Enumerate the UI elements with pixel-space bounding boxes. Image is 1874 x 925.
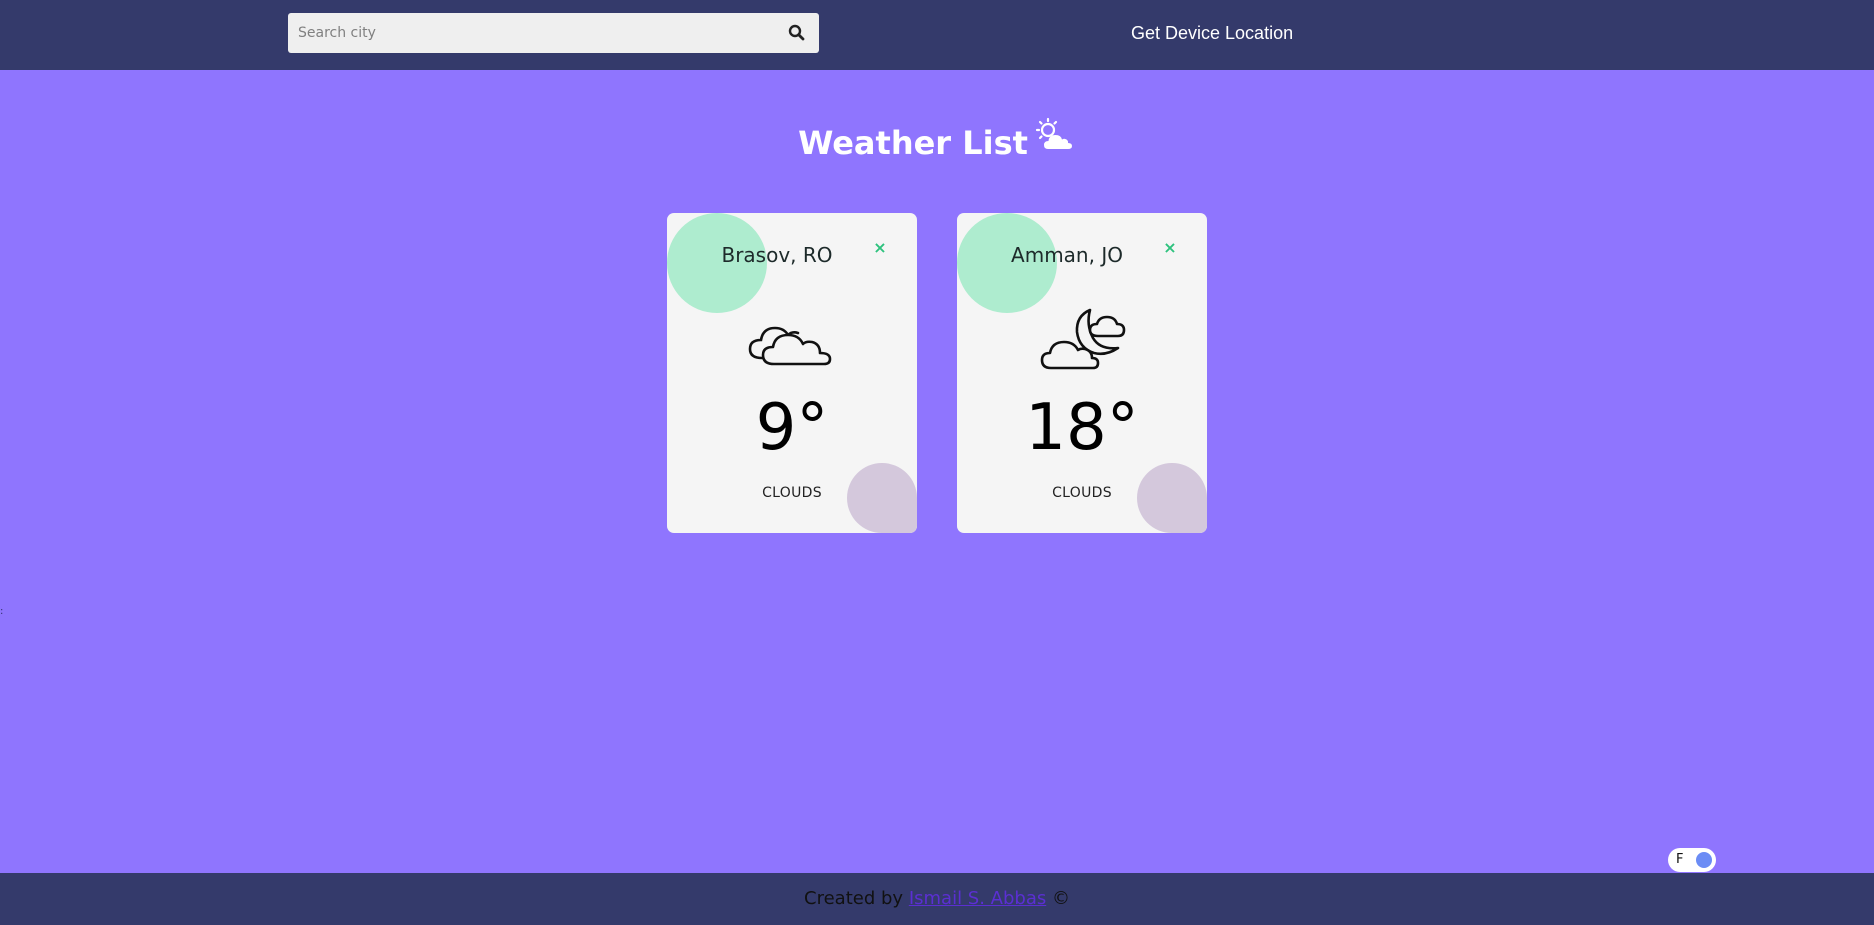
- unit-toggle[interactable]: F: [1668, 848, 1716, 872]
- top-bar: Get Device Location: [0, 0, 1874, 70]
- moon-clouds-icon: [1032, 298, 1132, 378]
- unit-toggle-label: F: [1676, 852, 1684, 867]
- get-device-location-button[interactable]: Get Device Location: [1131, 20, 1293, 46]
- author-link[interactable]: Ismail S. Abbas: [909, 888, 1046, 909]
- remove-city-button[interactable]: ×: [1163, 240, 1177, 256]
- footer: Created by Ismail S. Abbas ©: [0, 873, 1874, 925]
- footer-prefix: Created by: [804, 888, 904, 909]
- city-name: Amman, JO: [1011, 243, 1123, 267]
- weather-card: Amman, JO × 18° CLOUDS: [957, 213, 1207, 533]
- temperature: 18°: [1025, 391, 1139, 465]
- page-title: Weather List: [0, 117, 1874, 170]
- toggle-knob: [1696, 852, 1712, 868]
- city-name: Brasov, RO: [721, 243, 833, 267]
- search-box: [288, 13, 819, 53]
- clouds-icon: [742, 298, 842, 378]
- weather-description: CLOUDS: [762, 485, 822, 501]
- temperature: 9°: [755, 391, 829, 465]
- edge-mark: :: [0, 606, 4, 617]
- remove-city-button[interactable]: ×: [873, 240, 887, 256]
- search-input[interactable]: [288, 13, 758, 53]
- search-icon[interactable]: [787, 23, 807, 43]
- page-title-text: Weather List: [798, 124, 1028, 162]
- weather-card: Brasov, RO × 9° CLOUDS: [667, 213, 917, 533]
- weather-description: CLOUDS: [1052, 485, 1112, 501]
- sun-cloud-icon: [1034, 117, 1076, 167]
- footer-copyright: ©: [1051, 888, 1070, 909]
